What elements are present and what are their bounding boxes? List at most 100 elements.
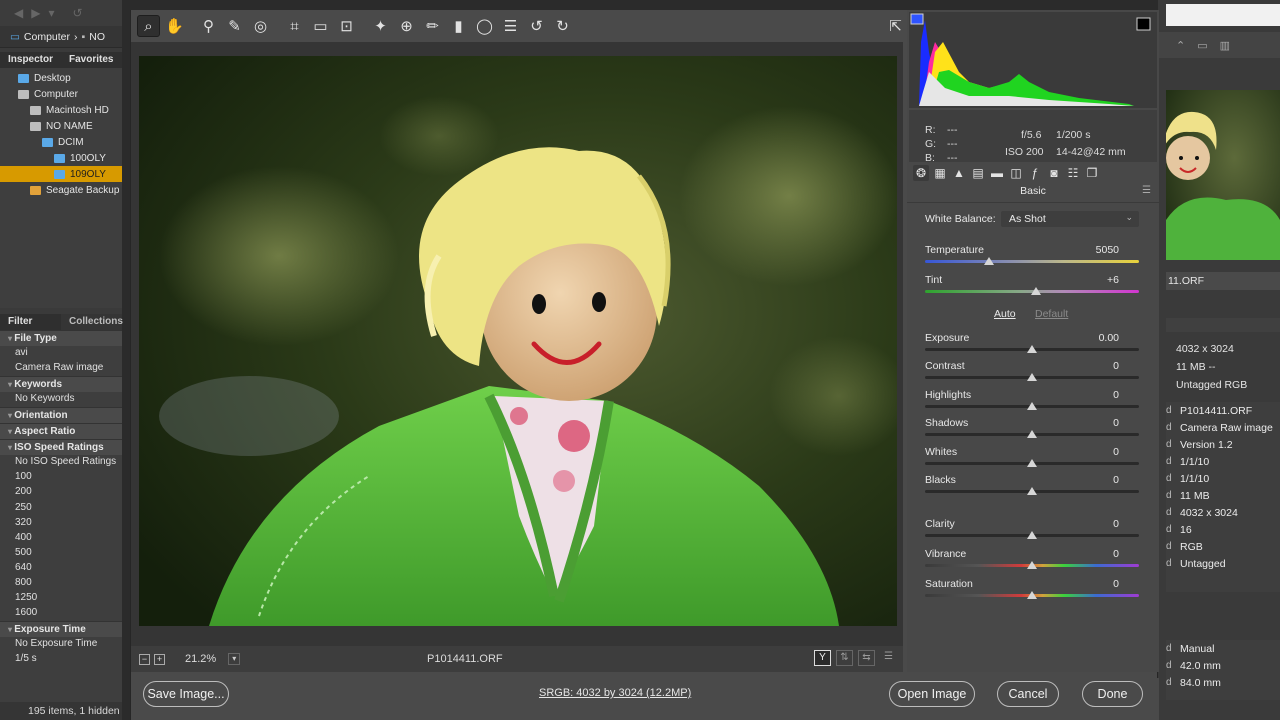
effects-tab-icon[interactable]: ƒ <box>1027 165 1043 181</box>
transform-tool-icon[interactable]: ⊡ <box>335 15 358 37</box>
crop-tool-icon[interactable]: ⌗ <box>283 15 306 37</box>
folder-item[interactable]: Seagate Backup <box>0 182 122 198</box>
whites-value[interactable]: 0 <box>1073 446 1119 458</box>
folder-item[interactable]: Macintosh HD <box>0 102 122 118</box>
done-button[interactable]: Done <box>1082 681 1143 707</box>
zoom-in-button[interactable]: + <box>154 653 165 665</box>
clarity-slider-handle[interactable] <box>1027 531 1037 539</box>
contrast-value[interactable]: 0 <box>1073 360 1119 372</box>
tab-collections[interactable]: Collections <box>61 314 123 330</box>
filter-category[interactable]: Exposure Time <box>0 621 122 638</box>
contrast-slider-handle[interactable] <box>1027 373 1037 381</box>
filter-item[interactable]: No ISO Speed Ratings <box>0 455 122 470</box>
filter-category[interactable]: Keywords <box>0 376 122 393</box>
temperature-slider-track[interactable] <box>925 260 1139 263</box>
filter-item[interactable]: No Exposure Time <box>0 637 122 652</box>
filter-item[interactable]: 1/5 s <box>0 652 122 667</box>
filter-item[interactable]: 250 <box>0 501 122 516</box>
white-balance-select[interactable]: As Shot ⌄ <box>1001 211 1139 227</box>
clarity-value[interactable]: 0 <box>1073 518 1119 530</box>
folder-item[interactable]: 109OLY <box>0 166 122 182</box>
history-icon[interactable]: ↺ <box>73 6 83 20</box>
photo-preview[interactable] <box>139 56 897 626</box>
zoom-tool-icon[interactable]: ⌕ <box>137 15 160 37</box>
adjustment-brush-icon[interactable]: ✏ <box>421 15 444 37</box>
panel-menu-icon[interactable]: ☰ <box>1142 185 1151 196</box>
chevron-down-icon[interactable]: ▾ <box>48 6 54 20</box>
color-sampler-tool-icon[interactable]: ✎ <box>223 15 246 37</box>
rotate-right-icon[interactable]: ↻ <box>551 15 574 37</box>
filter-category[interactable]: Orientation <box>0 407 122 424</box>
folder-item[interactable]: Computer <box>0 86 122 102</box>
filter-category[interactable]: Aspect Ratio <box>0 423 122 440</box>
save-image-button[interactable]: Save Image... <box>143 681 229 707</box>
graduated-filter-icon[interactable]: ▮ <box>447 15 470 37</box>
filter-item[interactable]: 1600 <box>0 606 122 621</box>
rotate-left-icon[interactable]: ↺ <box>525 15 548 37</box>
hand-tool-icon[interactable]: ✋ <box>163 15 186 37</box>
zoom-dropdown[interactable]: ▾ <box>228 653 241 665</box>
before-after-toggle-icon[interactable]: Y <box>814 650 831 666</box>
filter-item[interactable]: 100 <box>0 470 122 485</box>
spot-removal-tool-icon[interactable]: ✦ <box>369 15 392 37</box>
swap-settings-icon[interactable]: ⇅ <box>836 650 853 666</box>
filter-item[interactable]: 200 <box>0 485 122 500</box>
shadows-value[interactable]: 0 <box>1073 417 1119 429</box>
detail-tab-icon[interactable]: ▲ <box>951 165 967 181</box>
blacks-value[interactable]: 0 <box>1073 474 1119 486</box>
filter-item[interactable]: 800 <box>0 576 122 591</box>
tint-slider-handle[interactable] <box>1031 287 1042 295</box>
folder-item[interactable]: DCIM <box>0 134 122 150</box>
folder-item[interactable]: Desktop <box>0 70 122 86</box>
back-arrow-icon[interactable]: ◀ <box>14 6 23 20</box>
whites-slider-handle[interactable] <box>1027 459 1037 467</box>
auto-button[interactable]: Auto <box>994 308 1016 320</box>
tint-value[interactable]: +6 <box>1073 274 1119 286</box>
temperature-slider-handle[interactable] <box>984 257 995 265</box>
filter-item[interactable]: 400 <box>0 531 122 546</box>
vibrance-value[interactable]: 0 <box>1073 548 1119 560</box>
exposure-slider-handle[interactable] <box>1027 345 1037 353</box>
saturation-value[interactable]: 0 <box>1073 578 1119 590</box>
hsl-tab-icon[interactable]: ▤ <box>970 165 986 181</box>
default-button[interactable]: Default <box>1035 308 1068 320</box>
camera-calibration-tab-icon[interactable]: ◙ <box>1046 165 1062 181</box>
trash-icon[interactable]: ▥ <box>1220 39 1230 52</box>
workflow-options-link[interactable]: SRGB: 4032 by 3024 (12.2MP) <box>539 687 691 699</box>
saturation-slider-handle[interactable] <box>1027 591 1037 599</box>
straighten-tool-icon[interactable]: ▭ <box>309 15 332 37</box>
breadcrumb-next[interactable]: NO <box>89 31 105 43</box>
filter-category[interactable]: File Type <box>0 330 122 346</box>
toggle-defaults-icon[interactable]: ☰ <box>880 650 897 666</box>
fullscreen-icon[interactable]: ⇱ <box>884 15 907 37</box>
tab-inspector[interactable]: Inspector <box>0 52 61 68</box>
forward-arrow-icon[interactable]: ▶ <box>31 6 40 20</box>
chevron-up-icon[interactable]: ⌃ <box>1176 39 1185 52</box>
open-image-button[interactable]: Open Image <box>889 681 975 707</box>
targeted-adjustment-tool-icon[interactable]: ◎ <box>249 15 272 37</box>
breadcrumb-computer[interactable]: Computer <box>24 31 70 43</box>
tab-favorites[interactable]: Favorites <box>61 52 122 68</box>
exposure-value[interactable]: 0.00 <box>1073 332 1119 344</box>
lens-corrections-tab-icon[interactable]: ◫ <box>1008 165 1024 181</box>
highlights-slider-handle[interactable] <box>1027 402 1037 410</box>
temperature-value[interactable]: 5050 <box>1073 244 1119 256</box>
presets-tab-icon[interactable]: ☷ <box>1065 165 1081 181</box>
tone-curve-tab-icon[interactable]: ▦ <box>932 165 948 181</box>
filter-category[interactable]: ISO Speed Ratings <box>0 439 122 456</box>
filter-item[interactable]: No Keywords <box>0 392 122 407</box>
zoom-out-button[interactable]: − <box>139 653 150 665</box>
search-field[interactable] <box>1166 4 1280 26</box>
blacks-slider-handle[interactable] <box>1027 487 1037 495</box>
vibrance-slider-handle[interactable] <box>1027 561 1037 569</box>
cancel-button[interactable]: Cancel <box>997 681 1059 707</box>
filter-item[interactable]: 500 <box>0 546 122 561</box>
filter-item[interactable]: 1250 <box>0 591 122 606</box>
snapshots-tab-icon[interactable]: ❐ <box>1084 165 1100 181</box>
copy-settings-icon[interactable]: ⇆ <box>858 650 875 666</box>
basic-tab-icon[interactable]: ❂ <box>913 165 929 181</box>
radial-filter-icon[interactable]: ◯ <box>473 15 496 37</box>
filter-item[interactable]: Camera Raw image <box>0 361 122 376</box>
folder-item[interactable]: NO NAME <box>0 118 122 134</box>
highlights-value[interactable]: 0 <box>1073 389 1119 401</box>
